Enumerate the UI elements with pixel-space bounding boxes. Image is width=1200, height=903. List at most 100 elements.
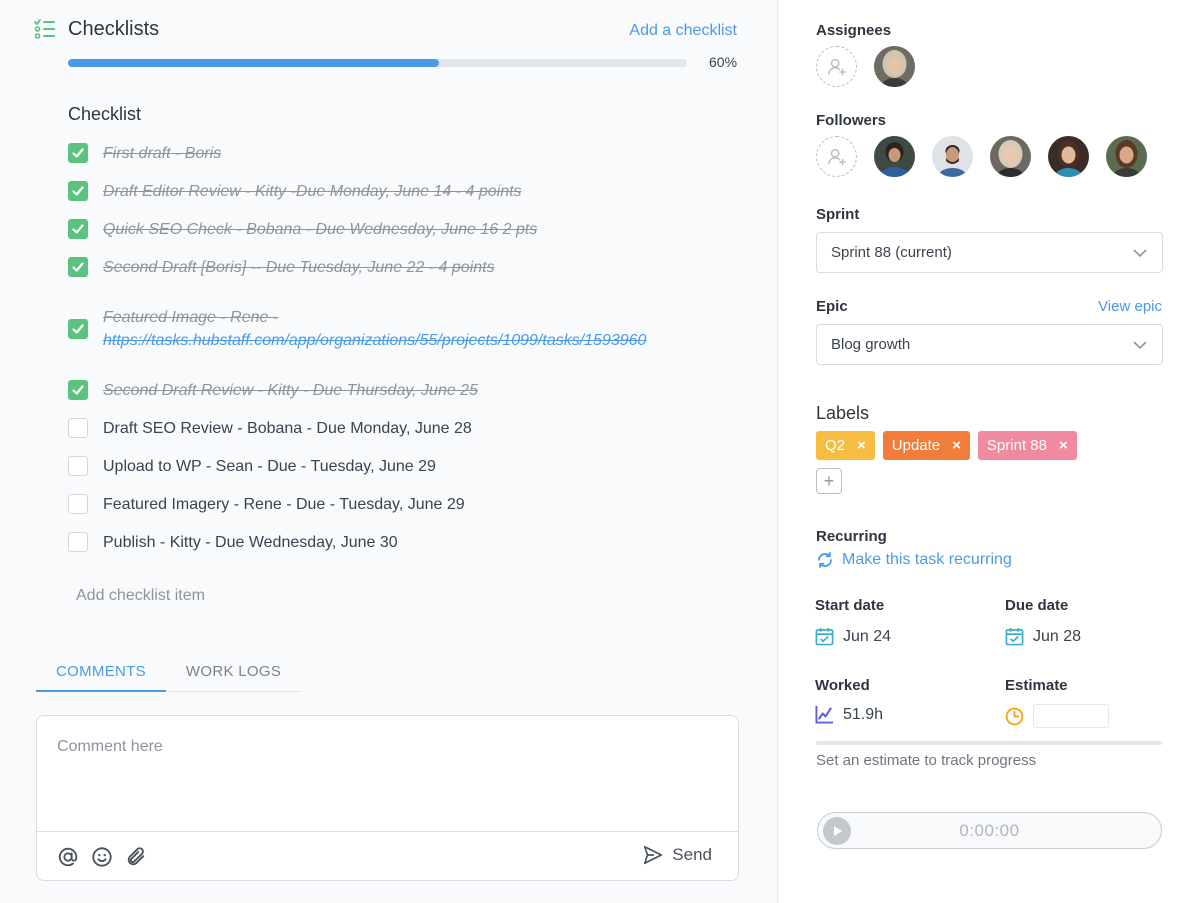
- checklist-item-text[interactable]: First draft - Boris: [103, 142, 221, 165]
- chevron-down-icon: [1133, 340, 1147, 349]
- emoji-icon[interactable]: [91, 846, 113, 868]
- checklist-item: Featured Imagery - Rene - Due - Tuesday,…: [68, 485, 668, 523]
- follower-avatar[interactable]: [1048, 136, 1089, 177]
- label-tag: Update ×: [882, 431, 970, 460]
- checkbox-unchecked[interactable]: [68, 532, 88, 552]
- remove-label-icon[interactable]: ×: [1059, 437, 1068, 454]
- calendar-icon: [1005, 627, 1024, 646]
- checklist-item: Quick SEO Check - Bobana - Due Wednesday…: [68, 210, 668, 248]
- checklist-item-label: Second Draft Review - Kitty - Due Thursd…: [103, 381, 478, 399]
- checklist-icon: [34, 19, 55, 39]
- check-icon: [72, 262, 84, 272]
- calendar-icon: [815, 627, 834, 646]
- assignees-label: Assignees: [816, 22, 892, 39]
- make-recurring-label: Make this task recurring: [842, 551, 1012, 568]
- due-date-field[interactable]: Jun 28: [1005, 627, 1081, 646]
- checklist-item: Upload to WP - Sean - Due - Tuesday, Jun…: [68, 447, 668, 485]
- checklist-item: Featured Image - Rene - https://tasks.hub…: [68, 286, 668, 371]
- labels-list: Q2 × Update × Sprint 88 ×: [816, 431, 1077, 460]
- worked-value: 51.9h: [843, 705, 884, 723]
- comment-tools: [57, 846, 147, 868]
- label-name: Sprint 88: [986, 437, 1047, 454]
- estimate-input[interactable]: [1033, 704, 1109, 728]
- label-name: Update: [891, 437, 941, 454]
- tab-work-logs[interactable]: WORK LOGS: [166, 657, 301, 691]
- add-follower-button[interactable]: [816, 136, 857, 177]
- checkbox-unchecked[interactable]: [68, 456, 88, 476]
- estimate-field: [1005, 704, 1109, 728]
- checkbox-checked[interactable]: [68, 380, 88, 400]
- timer-control: 0:00:00: [817, 812, 1162, 849]
- checklist-item-text[interactable]: Draft Editor Review - Kitty -Due Monday,…: [103, 180, 522, 203]
- check-icon: [72, 323, 84, 334]
- epic-label: Epic: [816, 298, 848, 315]
- assignees-row: [816, 46, 915, 87]
- checklist-item: Publish - Kitty - Due Wednesday, June 30: [68, 523, 668, 561]
- send-label: Send: [672, 845, 712, 864]
- checkbox-unchecked[interactable]: [68, 494, 88, 514]
- checkbox-checked[interactable]: [68, 318, 88, 339]
- checkbox-checked[interactable]: [68, 257, 88, 277]
- checklist-item-text[interactable]: Publish - Kitty - Due Wednesday, June 30: [103, 531, 398, 554]
- worked-label: Worked: [815, 677, 870, 694]
- checklist-item-link[interactable]: https://tasks.hubstaff.com/app/organizat…: [103, 332, 646, 349]
- chevron-down-icon: [1133, 248, 1147, 257]
- chart-icon: [815, 705, 834, 724]
- view-epic-link[interactable]: View epic: [1098, 298, 1162, 315]
- checklist-item-text[interactable]: Second Draft Review - Kitty - Due Thursd…: [103, 379, 478, 402]
- checklist-item: Second Draft Review - Kitty - Due Thursd…: [68, 371, 668, 409]
- add-checklist-link[interactable]: Add a checklist: [629, 22, 737, 40]
- follower-avatar[interactable]: [874, 136, 915, 177]
- followers-label: Followers: [816, 112, 887, 129]
- checklist-name: Checklist: [68, 104, 142, 124]
- checkbox-checked[interactable]: [68, 181, 88, 201]
- follower-avatar[interactable]: [1106, 136, 1147, 177]
- checklist-item-label: Upload to WP - Sean - Due - Tuesday, Jun…: [103, 457, 436, 475]
- remove-label-icon[interactable]: ×: [952, 437, 961, 454]
- tab-bar: COMMENTS WORK LOGS: [36, 657, 302, 692]
- checkbox-checked[interactable]: [68, 219, 88, 239]
- play-icon: [834, 826, 842, 836]
- add-assignee-button[interactable]: [816, 46, 857, 87]
- comment-box: Send: [36, 715, 739, 881]
- comment-input[interactable]: [37, 716, 738, 832]
- send-button[interactable]: Send: [642, 844, 712, 866]
- checklist-item-text[interactable]: Second Draft [Boris] -- Due Tuesday, Jun…: [103, 256, 495, 279]
- assignee-avatar[interactable]: [874, 46, 915, 87]
- sprint-select[interactable]: Sprint 88 (current): [816, 232, 1163, 273]
- sprint-value: Sprint 88 (current): [831, 244, 952, 261]
- add-label-button[interactable]: +: [816, 468, 842, 494]
- checkbox-unchecked[interactable]: [68, 418, 88, 438]
- estimate-hint: Set an estimate to track progress: [816, 752, 1037, 769]
- tab-comments[interactable]: COMMENTS: [36, 657, 166, 692]
- play-button[interactable]: [823, 817, 851, 845]
- epic-select[interactable]: Blog growth: [816, 324, 1163, 365]
- checklist-item-text[interactable]: Featured Image - Rene - https://tasks.hub…: [103, 306, 646, 352]
- start-date-value: Jun 24: [843, 627, 892, 645]
- epic-value: Blog growth: [831, 336, 911, 353]
- remove-label-icon[interactable]: ×: [857, 437, 866, 454]
- add-checklist-item[interactable]: Add checklist item: [76, 587, 205, 605]
- checklist-item-text[interactable]: Draft SEO Review - Bobana - Due Monday, …: [103, 417, 472, 440]
- start-date-field[interactable]: Jun 24: [815, 627, 891, 646]
- checklist-item-text[interactable]: Quick SEO Check - Bobana - Due Wednesday…: [103, 218, 537, 241]
- task-details-sidebar: Assignees Followers Sprint Sprint 88 (cu…: [779, 0, 1200, 903]
- checkbox-checked[interactable]: [68, 143, 88, 163]
- follower-avatar[interactable]: [932, 136, 973, 177]
- add-user-icon: [827, 58, 846, 75]
- check-icon: [72, 385, 84, 395]
- checklist-item-text[interactable]: Upload to WP - Sean - Due - Tuesday, Jun…: [103, 455, 436, 478]
- checklist-item: First draft - Boris: [68, 134, 668, 172]
- mention-icon[interactable]: [57, 846, 79, 868]
- attachment-icon[interactable]: [125, 846, 147, 868]
- estimate-progress-bar: [816, 741, 1162, 745]
- clock-icon: [1005, 707, 1024, 725]
- progress-fill: [68, 59, 440, 67]
- checklist-item-text[interactable]: Featured Imagery - Rene - Due - Tuesday,…: [103, 493, 465, 516]
- make-recurring-link[interactable]: Make this task recurring: [816, 551, 1012, 569]
- follower-avatar[interactable]: [990, 136, 1031, 177]
- checklist-item-label: Featured Imagery - Rene - Due - Tuesday,…: [103, 495, 465, 513]
- progress-percent: 60%: [709, 54, 738, 70]
- add-user-icon: [827, 148, 846, 165]
- checklist-item: Draft SEO Review - Bobana - Due Monday, …: [68, 409, 668, 447]
